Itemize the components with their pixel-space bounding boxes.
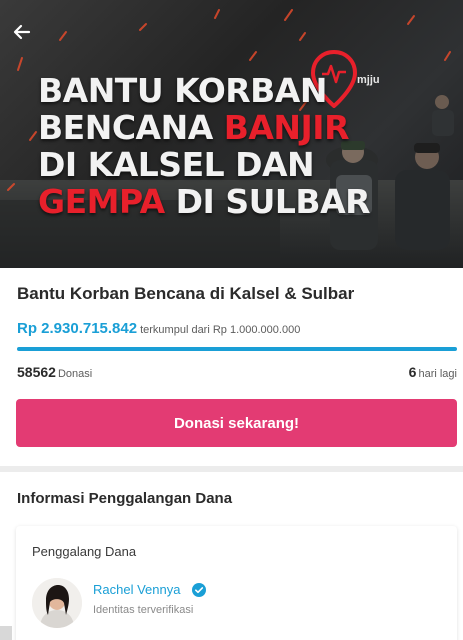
headline-line-2a: BENCANA	[38, 108, 224, 147]
campaign-summary-card: Bantu Korban Bencana di Kalsel & Sulbar …	[0, 268, 463, 466]
progress-fill	[17, 347, 457, 351]
campaign-banner: mjju BANTU KORBAN BENCANA BANJIR DI KALS…	[0, 0, 463, 268]
verified-check-icon	[192, 583, 206, 602]
banner-headline: BANTU KORBAN BENCANA BANJIR DI KALSEL DA…	[38, 71, 371, 221]
headline-line-1: BANTU KORBAN	[38, 71, 327, 110]
donations-count-stat: 58562 Donasi	[17, 364, 92, 382]
fundraising-info-section: Informasi Penggalangan Dana Penggalang D…	[0, 472, 463, 640]
donations-count: 58562	[17, 364, 56, 380]
headline-line-4a: GEMPA	[38, 182, 165, 221]
campaign-title: Bantu Korban Bencana di Kalsel & Sulbar	[17, 284, 355, 303]
section-title: Informasi Penggalangan Dana	[17, 490, 233, 507]
collected-amount: Rp 2.930.715.842	[17, 320, 138, 337]
headline-line-4b: DI SULBAR	[164, 182, 371, 221]
fundraiser-card[interactable]: Penggalang Dana Rachel Vennya Identitas …	[16, 526, 457, 640]
amount-row: Rp 2.930.715.842 terkumpul dari Rp 1.000.…	[17, 320, 300, 338]
donations-label: Donasi	[57, 368, 93, 380]
avatar[interactable]	[32, 578, 82, 628]
donate-now-button[interactable]: Donasi sekarang!	[16, 399, 457, 447]
target-meta: terkumpul dari Rp 1.000.000.000	[140, 324, 301, 336]
fundraiser-name[interactable]: Rachel Vennya	[93, 582, 180, 597]
days-left: 6	[408, 364, 417, 380]
progress-bar	[17, 347, 457, 351]
arrow-left-icon	[13, 24, 31, 40]
back-button[interactable]	[10, 20, 34, 44]
verified-identity-text: Identitas terverifikasi	[93, 604, 194, 616]
days-left-label: hari lagi	[418, 368, 457, 380]
headline-line-3: DI KALSEL DAN	[38, 145, 315, 184]
days-left-stat: 6 hari lagi	[409, 364, 457, 382]
headline-line-2b: BANJIR	[223, 108, 350, 147]
page-corner	[0, 626, 12, 640]
fundraiser-label: Penggalang Dana	[32, 544, 137, 559]
